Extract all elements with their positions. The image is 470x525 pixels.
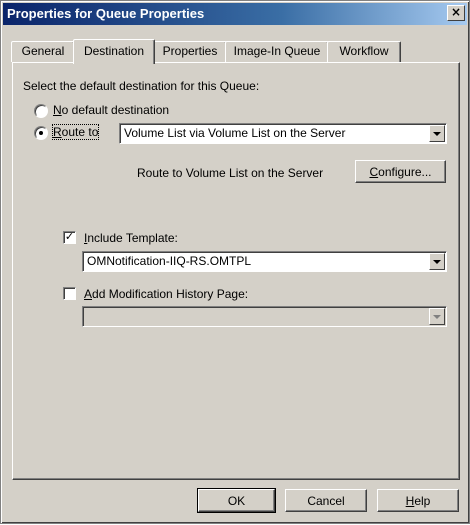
route-destination-select[interactable]: Volume List via Volume List on the Serve… [119, 123, 447, 144]
dropdown-arrow-icon[interactable] [429, 253, 445, 270]
add-history-checkbox[interactable] [63, 287, 76, 300]
cancel-button[interactable]: Cancel [285, 489, 367, 512]
tab-properties-label: Properties [162, 44, 218, 58]
help-rest: elp [414, 494, 431, 508]
close-button[interactable]: × [447, 5, 465, 21]
route-to-label[interactable]: Route to [51, 124, 100, 140]
close-icon: × [450, 5, 462, 19]
configure-button[interactable]: Configure... [355, 160, 446, 183]
add-history-label[interactable]: Add Modification History Page: [84, 287, 248, 301]
ok-button[interactable]: OK [197, 488, 276, 513]
template-value: OMNotification-IIQ-RS.OMTPL [87, 254, 252, 268]
template-select[interactable]: OMNotification-IIQ-RS.OMTPL [82, 251, 447, 272]
route-to-rest: oute to [61, 125, 99, 139]
destination-prompt: Select the default destination for this … [23, 79, 260, 93]
include-template-checkbox[interactable]: ✓ [63, 231, 76, 244]
tab-image-in-queue[interactable]: Image-In Queue [225, 41, 329, 62]
no-default-label[interactable]: No default destination [53, 103, 169, 117]
add-history-rest: dd Modification History Page: [92, 287, 249, 301]
add-history-accel: A [84, 287, 93, 301]
no-default-radio[interactable] [34, 104, 48, 118]
route-to-accel: R [53, 125, 62, 139]
include-template-rest: nclude Template: [87, 231, 178, 245]
tab-general-label: General [21, 44, 65, 58]
route-destination-value: Volume List via Volume List on the Serve… [124, 126, 346, 140]
tab-workflow-label: Workflow [339, 44, 389, 58]
window-title: Properties for Queue Properties [7, 6, 205, 21]
route-description: Route to Volume List on the Server [137, 166, 324, 180]
dropdown-arrow-icon[interactable] [429, 125, 445, 142]
tab-general[interactable]: General [11, 41, 75, 62]
tab-destination-label: Destination [83, 44, 145, 58]
configure-rest: onfigure... [378, 165, 432, 179]
destination-panel: Select the default destination for this … [12, 62, 460, 480]
title-bar[interactable]: Properties for Queue Properties × [3, 3, 467, 25]
no-default-accel: N [53, 103, 62, 117]
history-page-select [82, 306, 447, 327]
help-button[interactable]: Help [377, 489, 459, 512]
dropdown-arrow-icon [429, 308, 445, 325]
configure-accel: C [369, 165, 379, 179]
route-to-radio[interactable] [34, 126, 48, 140]
tab-properties[interactable]: Properties [153, 41, 227, 62]
tab-workflow[interactable]: Workflow [327, 41, 401, 62]
radio-selected-dot [39, 131, 43, 135]
tab-destination[interactable]: Destination [73, 39, 155, 64]
include-template-label[interactable]: Include Template: [84, 231, 178, 245]
properties-dialog: Properties for Queue Properties × Genera… [0, 0, 470, 524]
tab-image-in-queue-label: Image-In Queue [233, 44, 321, 58]
no-default-rest: o default destination [61, 103, 170, 117]
